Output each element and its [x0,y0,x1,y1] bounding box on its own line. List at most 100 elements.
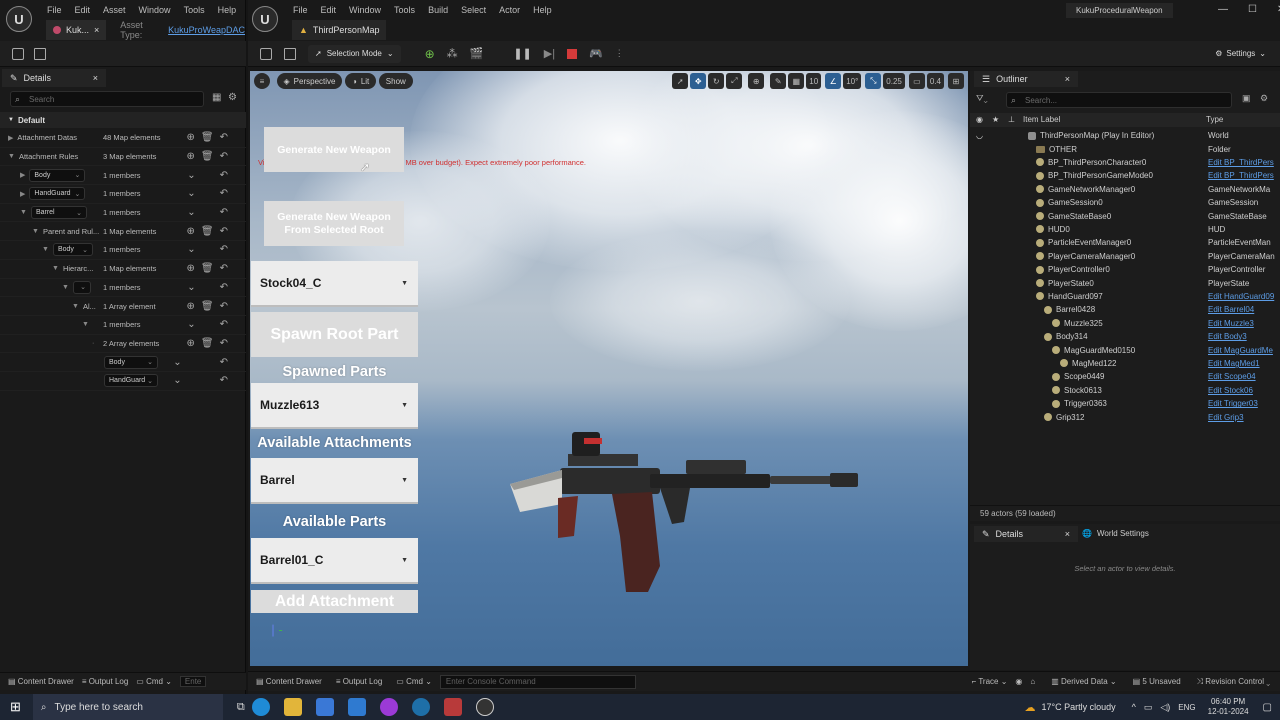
select-tool-icon[interactable]: ➚ [672,73,689,89]
details-tab[interactable]: ✎ Details × [2,69,106,87]
outliner-row[interactable]: GameNetworkManager0 GameNetworkMa [970,183,1280,196]
language-indicator[interactable]: ENG [1178,703,1195,712]
outliner-row[interactable]: PlayerController0 PlayerController [970,263,1280,276]
outliner-row[interactable]: ◡ ThirdPersonMap (Play In Editor) World [970,129,1280,142]
parts-combobox[interactable]: Barrel01_C ▼ [251,538,418,584]
table-view-icon[interactable]: ▦ [212,92,221,103]
key-dropdown[interactable]: ⌄ [72,280,91,294]
trash-icon[interactable]: 🗑 [201,263,214,274]
outliner-row[interactable]: ParticleEventManager0 ParticleEventMan [970,236,1280,249]
edit-blueprint-link[interactable]: Edit Barrel04 [1208,305,1254,314]
menu-window[interactable]: Window [139,5,171,15]
element-dropdown[interactable]: Body ⌄ [104,355,158,369]
maximize-viewport-icon[interactable]: ⊞ [948,73,964,89]
edit-blueprint-link[interactable]: Edit Body3 [1208,332,1247,341]
world-space-icon[interactable]: ⊕ [748,73,765,89]
clock[interactable]: 06:40 PM 12-01-2024 [1208,697,1249,717]
outliner-row[interactable]: Trigger0363 Edit Trigger03 [970,397,1280,410]
rider-icon[interactable] [443,698,462,716]
network-icon[interactable]: ▭ [1144,702,1153,713]
add-icon[interactable]: ⊕ [187,151,195,162]
output-log-button[interactable]: ≡ Output Log [82,677,128,686]
edge-icon[interactable] [251,698,270,716]
trace-button[interactable]: ⌐ Trace ⌄ [972,677,1008,686]
reset-icon[interactable]: ↶ [220,151,228,162]
outliner-row[interactable]: Stock0613 Edit Stock06 [970,384,1280,397]
save-icon[interactable] [12,47,24,60]
weather-text[interactable]: 17°C Partly cloudy [1041,702,1115,712]
lit-button[interactable]: ◑ Lit [344,73,377,89]
console-command-input[interactable]: Enter Console Command [439,674,636,689]
pause-icon[interactable]: ❚❚ [513,47,531,60]
reset-icon[interactable]: ↶ [220,207,228,218]
chevron-right-icon[interactable]: ▶ [20,190,25,198]
reset-icon[interactable]: ↶ [220,226,228,237]
pin-icon[interactable]: ⊥ [1008,115,1015,124]
grid-snap-icon[interactable]: ▦ [788,73,805,89]
property-row[interactable]: ▼ ⌄ 1 members ⌄ ↶ [0,279,246,298]
more-options-icon[interactable]: ⋮ [615,48,624,59]
windows-start-icon[interactable]: ⊞ [10,699,21,715]
add-folder-icon[interactable]: ▣ [1242,93,1251,104]
key-dropdown[interactable]: Body ⌄ [52,243,93,257]
trash-icon[interactable]: 🗑 [201,226,214,237]
chevron-down-icon[interactable]: ▼ [62,284,69,291]
save-icon[interactable] [260,47,272,60]
map-tab[interactable]: ▲ ThirdPersonMap [292,20,387,40]
outliner-row[interactable]: Muzzle325 Edit Muzzle3 [970,317,1280,330]
chevron-down-icon[interactable]: ⌄ [173,357,181,368]
app-icon[interactable] [411,698,430,716]
perspective-button[interactable]: ◈ Perspective [276,73,343,89]
menu-edit[interactable]: Edit [75,5,91,15]
property-row[interactable]: ▼ Attachment Rules 3 Map elements ⊕ 🗑 ↶ [0,148,246,167]
unreal-logo-icon[interactable]: U [6,6,32,32]
chevron-down-icon[interactable]: ⌄ [187,207,195,218]
property-row[interactable]: ▶ Body ⌄ 1 members ⌄ ↶ [0,166,246,186]
spawned-parts-combobox[interactable]: Muzzle613 ▼ [251,383,418,429]
weapon-model[interactable] [500,426,870,616]
outliner-row[interactable]: BP_ThirdPersonGameMode0 Edit BP_ThirdPers [970,169,1280,182]
outliner-row[interactable]: BP_ThirdPersonCharacter0 Edit BP_ThirdPer… [970,156,1280,169]
edit-blueprint-link[interactable]: Edit MagGuardMe [1208,346,1273,355]
chevron-down-icon[interactable]: ▼ [52,265,59,272]
outliner-row[interactable]: HandGuard097 Edit HandGuard09 [970,290,1280,303]
visibility-icon[interactable]: ◉ [976,115,983,124]
scale-tool-icon[interactable]: ⤢ [726,73,743,89]
unreal-logo-icon[interactable]: U [252,6,278,32]
menu-help[interactable]: Help [533,5,552,15]
grid-snap-value[interactable]: 10 [806,73,822,89]
edit-blueprint-link[interactable]: Edit HandGuard09 [1208,292,1274,301]
notification-icon[interactable]: ▢ [1263,702,1272,713]
details-tab[interactable]: ✎ Details × [974,526,1078,542]
browse-icon[interactable] [34,47,46,60]
edit-blueprint-link[interactable]: Edit BP_ThirdPers [1208,158,1274,167]
asset-type-link[interactable]: KukuProWeapDAC [168,25,245,35]
edit-blueprint-link[interactable]: Edit BP_ThirdPers [1208,171,1274,180]
close-icon[interactable]: × [1065,529,1070,539]
chevron-down-icon[interactable]: ⌄ [187,188,195,199]
angle-snap-value[interactable]: 10° [843,73,862,89]
angle-snap-icon[interactable]: ∠ [825,73,842,89]
details-search-input[interactable]: ⌕ Search [10,91,204,107]
trash-icon[interactable]: 🗑 [201,338,214,349]
maximize-icon[interactable]: ☐ [1248,4,1257,15]
move-tool-icon[interactable]: ✥ [690,73,707,89]
chevron-down-icon[interactable]: ▼ [8,153,15,160]
output-log-button[interactable]: ≡ Output Log [336,677,382,686]
cinematics-icon[interactable]: 🎬 [470,47,484,60]
reset-icon[interactable]: ↶ [220,188,228,199]
chevron-down-icon[interactable]: ▼ [42,246,49,253]
add-icon[interactable]: ⊕ [187,263,195,274]
vpn-icon[interactable] [379,698,398,716]
property-row[interactable]: ▼ 1 members ⌄ ↶ [0,316,246,335]
hamburger-icon[interactable]: ≡ [254,73,270,89]
camera-icon[interactable]: ⌂ [1030,677,1035,686]
property-row[interactable]: · 2 Array elements ⊕ 🗑 ↶ [0,335,246,354]
tray-chevron-icon[interactable]: ^ [1132,702,1136,712]
menu-window[interactable]: Window [349,5,381,15]
task-view-icon[interactable]: ⧉ [237,701,245,714]
world-settings-tab[interactable]: 🌐 World Settings [1082,529,1149,538]
menu-help[interactable]: Help [218,5,237,15]
stop-icon[interactable] [567,48,578,59]
chevron-down-icon[interactable]: ⌄ [187,282,195,293]
